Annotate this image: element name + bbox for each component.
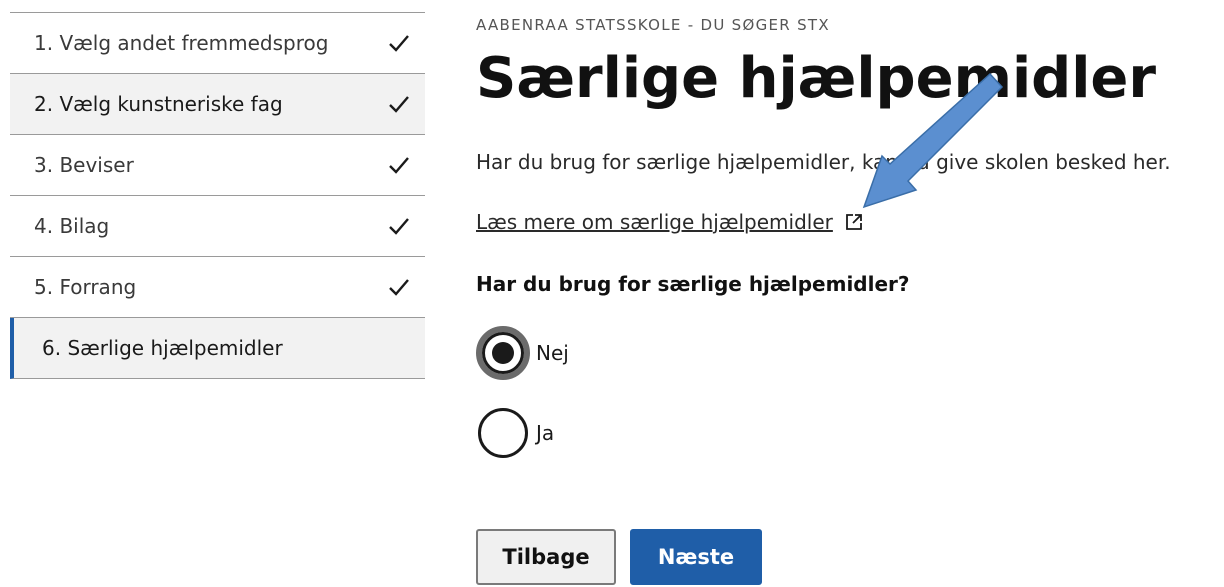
read-more-link-label: Læs mere om særlige hjælpemidler: [476, 210, 833, 234]
read-more-link[interactable]: Læs mere om særlige hjælpemidler: [476, 210, 863, 234]
radio-button-ja[interactable]: [478, 408, 528, 458]
check-icon: [389, 279, 409, 296]
sidebar-item-beviser[interactable]: 3. Beviser: [10, 135, 425, 196]
step-navigation: 1. Vælg andet fremmedsprog 2. Vælg kunst…: [10, 12, 425, 379]
radio-button-nej[interactable]: [476, 326, 530, 380]
sidebar-item-label: 6. Særlige hjælpemidler: [42, 336, 283, 360]
radio-ring: [482, 332, 524, 374]
radio-option-nej[interactable]: Nej: [476, 326, 569, 380]
check-icon: [389, 35, 409, 52]
page-title: Særlige hjælpemidler: [476, 46, 1157, 111]
external-link-icon: [845, 214, 862, 230]
sidebar-item-label: 4. Bilag: [34, 214, 110, 238]
question-label: Har du brug for særlige hjælpemidler?: [476, 272, 910, 296]
check-icon: [389, 96, 409, 113]
sidebar-item-label: 3. Beviser: [34, 153, 134, 177]
check-icon: [389, 218, 409, 235]
sidebar-item-vaelg-andet-fremmedsprog[interactable]: 1. Vælg andet fremmedsprog: [10, 13, 425, 74]
sidebar-item-saerlige-hjaelpemidler[interactable]: 6. Særlige hjælpemidler: [10, 318, 425, 379]
next-button[interactable]: Næste: [630, 529, 762, 585]
sidebar-item-forrang[interactable]: 5. Forrang: [10, 257, 425, 318]
sidebar-item-label: 1. Vælg andet fremmedsprog: [34, 31, 329, 55]
back-button[interactable]: Tilbage: [476, 529, 616, 585]
check-icon: [389, 157, 409, 174]
school-heading: AABENRAA STATSSKOLE - DU SØGER STX: [476, 16, 830, 34]
radio-dot: [492, 342, 514, 364]
radio-label-nej: Nej: [536, 341, 569, 365]
radio-label-ja: Ja: [536, 421, 555, 445]
intro-text: Har du brug for særlige hjælpemidler, ka…: [476, 150, 1171, 174]
sidebar-item-label: 2. Vælg kunstneriske fag: [34, 92, 283, 116]
sidebar-item-label: 5. Forrang: [34, 275, 137, 299]
sidebar-item-vaelg-kunstneriske-fag[interactable]: 2. Vælg kunstneriske fag: [10, 74, 425, 135]
sidebar-item-bilag[interactable]: 4. Bilag: [10, 196, 425, 257]
radio-option-ja[interactable]: Ja: [476, 406, 554, 460]
